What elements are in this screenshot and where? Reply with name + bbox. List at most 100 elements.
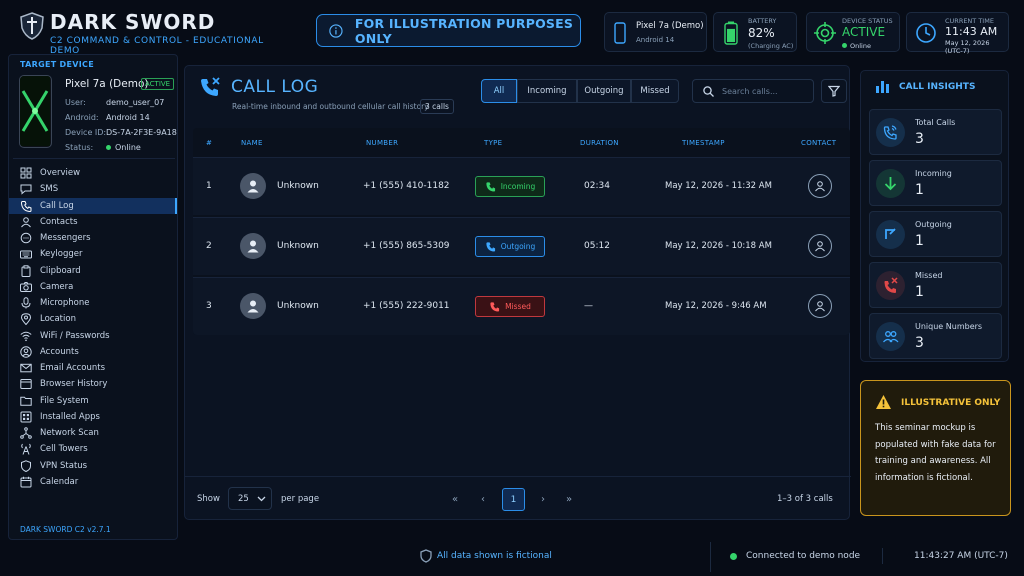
chat-icon bbox=[20, 232, 32, 244]
phone-wallpaper-icon bbox=[20, 76, 50, 146]
table-row[interactable]: 1 Unknown +1 (555) 410-1182 Incoming 02:34 Ma… bbox=[193, 157, 850, 215]
sidebar-item-label: SMS bbox=[40, 184, 59, 195]
row-index: 2 bbox=[206, 241, 212, 251]
illustration-banner: FOR ILLUSTRATION PURPOSES ONLY bbox=[316, 14, 581, 47]
insight-icon-circle bbox=[876, 169, 905, 198]
filter-tab-all[interactable]: All bbox=[481, 79, 517, 103]
col-header-number[interactable]: NUMBER bbox=[366, 139, 398, 147]
insight-card-total-calls: Total Calls 3 bbox=[869, 109, 1002, 155]
sidebar-item-label: Messengers bbox=[40, 233, 91, 243]
col-header-contact: CONTACT bbox=[801, 139, 837, 147]
current-time-value: 11:43 AM bbox=[945, 25, 998, 38]
sidebar-item-overview[interactable]: Overview bbox=[9, 165, 177, 181]
filter-tab-missed[interactable]: Missed bbox=[631, 79, 679, 103]
footer-divider bbox=[710, 542, 711, 572]
contact-button[interactable] bbox=[808, 294, 832, 318]
sidebar-item-calendar[interactable]: Calendar bbox=[9, 474, 177, 490]
insight-icon-circle bbox=[876, 271, 905, 300]
warning-body: This seminar mockup is populated with fa… bbox=[875, 423, 996, 483]
pagination-summary: 1–3 of 3 calls bbox=[777, 494, 833, 504]
shield-icon bbox=[21, 459, 31, 472]
sidebar-item-wifi-passwords[interactable]: WiFi / Passwords bbox=[9, 328, 177, 344]
sidebar-item-network-scan[interactable]: Network Scan bbox=[9, 425, 177, 441]
message-icon bbox=[20, 184, 32, 195]
device-status-card: DEVICE STATUS ACTIVE Online bbox=[806, 12, 900, 52]
col-header-timestamp[interactable]: TIMESTAMP bbox=[682, 139, 725, 147]
header-device-card[interactable]: Pixel 7a (Demo) Android 14 bbox=[604, 12, 707, 52]
last-page-icon[interactable]: » bbox=[566, 494, 572, 505]
clock-icon bbox=[916, 23, 936, 43]
sidebar-item-label: Email Accounts bbox=[40, 363, 106, 373]
row-index: 3 bbox=[206, 301, 212, 311]
first-page-icon[interactable]: « bbox=[452, 494, 458, 505]
filter-tab-incoming[interactable]: Incoming bbox=[517, 79, 577, 103]
insight-value: 1 bbox=[915, 182, 924, 198]
bar-chart-icon bbox=[876, 81, 889, 93]
field-device-id-value: DS-7A-2F3E-9A18 bbox=[106, 128, 177, 137]
sidebar-item-label: WiFi / Passwords bbox=[40, 330, 110, 341]
sidebar-item-label: Microphone bbox=[40, 298, 90, 308]
sidebar-item-contacts[interactable]: Contacts bbox=[9, 214, 177, 230]
battery-note: (Charging AC) bbox=[748, 42, 794, 50]
table-row[interactable]: 3 Unknown +1 (555) 222-9011 Missed — May 12, … bbox=[193, 277, 850, 335]
status-footer: All data shown is fictional Connected to… bbox=[0, 540, 1024, 576]
field-status-label: Status: bbox=[65, 143, 94, 152]
sidebar-item-label: Keylogger bbox=[40, 249, 83, 260]
sidebar-item-location[interactable]: Location bbox=[9, 311, 177, 327]
sidebar-item-camera[interactable]: Camera bbox=[9, 279, 177, 295]
call-timestamp: May 12, 2026 - 9:46 AM bbox=[665, 301, 767, 311]
caller-name: Unknown bbox=[277, 181, 319, 191]
row-index: 1 bbox=[206, 181, 212, 191]
table-row[interactable]: 2 Unknown +1 (555) 865-5309 Outgoing 05:12 Ma… bbox=[193, 217, 850, 275]
footer-divider-2 bbox=[882, 548, 883, 564]
sidebar-item-file-system[interactable]: File System bbox=[9, 393, 177, 409]
insight-label: Missed bbox=[915, 271, 943, 280]
sidebar-item-browser-history[interactable]: Browser History bbox=[9, 376, 177, 392]
search-icon bbox=[703, 85, 714, 97]
col-header-type[interactable]: TYPE bbox=[484, 139, 502, 147]
per-page-select[interactable]: 25 bbox=[228, 487, 272, 510]
sidebar-item-label: Contacts bbox=[40, 216, 78, 227]
insight-label: Incoming bbox=[915, 169, 952, 178]
status-online-dot bbox=[106, 145, 111, 150]
sidebar-item-keylogger[interactable]: Keylogger bbox=[9, 246, 177, 262]
sidebar-item-cell-towers[interactable]: Cell Towers bbox=[9, 441, 177, 457]
person-outline-icon bbox=[815, 241, 825, 252]
sidebar-item-clipboard[interactable]: Clipboard bbox=[9, 263, 177, 279]
search-input[interactable] bbox=[722, 86, 812, 96]
sidebar-item-sms[interactable]: SMS bbox=[9, 181, 177, 197]
prev-page-icon[interactable]: ‹ bbox=[481, 494, 485, 505]
phone-icon bbox=[20, 200, 32, 212]
online-dot bbox=[842, 43, 847, 48]
next-page-icon[interactable]: › bbox=[541, 494, 545, 505]
col-header-duration[interactable]: DURATION bbox=[580, 139, 619, 147]
sidebar-item-call-log[interactable]: Call Log bbox=[9, 197, 177, 214]
call-duration: 05:12 bbox=[584, 241, 610, 251]
call-type-icon bbox=[486, 182, 495, 192]
filter-button[interactable] bbox=[821, 79, 847, 103]
insight-icon-circle bbox=[876, 118, 905, 147]
sidebar-item-installed-apps[interactable]: Installed Apps bbox=[9, 409, 177, 425]
call-type-icon bbox=[490, 302, 500, 312]
users-icon bbox=[883, 331, 899, 343]
camera-icon bbox=[20, 281, 32, 292]
sidebar-item-microphone[interactable]: Microphone bbox=[9, 295, 177, 311]
field-android-label: Android: bbox=[65, 113, 99, 122]
connection-status: Connected to demo node bbox=[746, 551, 861, 561]
search-box[interactable] bbox=[692, 79, 814, 103]
col-header-name[interactable]: NAME bbox=[241, 139, 263, 147]
sidebar-item-messengers[interactable]: Messengers bbox=[9, 230, 177, 246]
page-number-button[interactable]: 1 bbox=[502, 488, 525, 511]
header-device-model: Pixel 7a (Demo) bbox=[636, 21, 704, 31]
contact-button[interactable] bbox=[808, 234, 832, 258]
insight-value: 3 bbox=[915, 335, 924, 351]
arrow-down-icon bbox=[884, 177, 897, 191]
contact-button[interactable] bbox=[808, 174, 832, 198]
device-status-sub: Online bbox=[842, 42, 871, 50]
call-log-icon bbox=[201, 77, 220, 96]
sidebar-item-accounts[interactable]: Accounts bbox=[9, 344, 177, 360]
call-timestamp: May 12, 2026 - 10:18 AM bbox=[665, 241, 772, 251]
sidebar-item-vpn-status[interactable]: VPN Status bbox=[9, 458, 177, 474]
filter-tab-outgoing[interactable]: Outgoing bbox=[577, 79, 631, 103]
sidebar-item-email-accounts[interactable]: Email Accounts bbox=[9, 360, 177, 376]
